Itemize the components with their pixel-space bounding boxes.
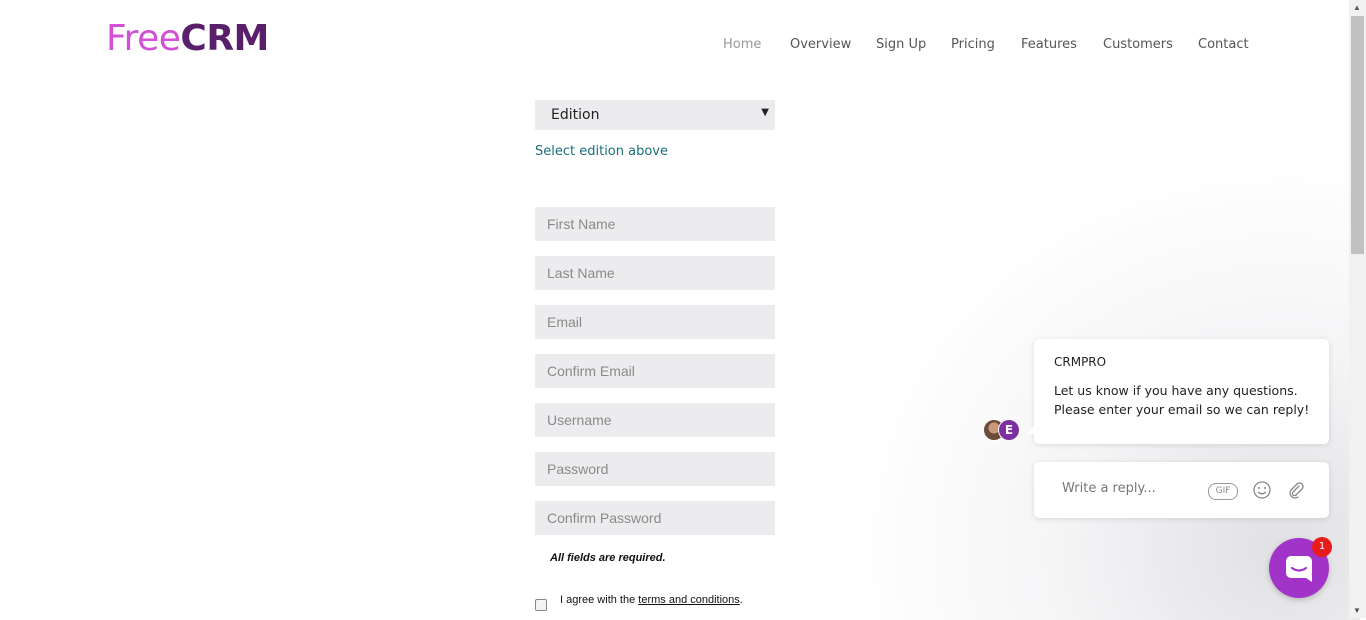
scroll-up-icon[interactable]: ▲ [1353, 3, 1361, 12]
confirm-password-field[interactable] [535, 501, 775, 535]
password-field[interactable] [535, 452, 775, 486]
top-nav: Home Overview Sign Up Pricing Features C… [0, 37, 1366, 57]
scrollbar-thumb[interactable] [1351, 16, 1364, 254]
nav-pricing[interactable]: Pricing [951, 37, 995, 52]
terms-checkbox[interactable] [535, 599, 547, 611]
chat-avatars: E [983, 419, 1023, 441]
edition-select-value: Edition [551, 107, 600, 123]
first-name-field[interactable] [535, 207, 775, 241]
page-scrollbar[interactable]: ▲ ▼ [1349, 0, 1366, 618]
nav-overview[interactable]: Overview [790, 37, 851, 52]
last-name-field[interactable] [535, 256, 775, 290]
chat-bubble-tail [1026, 426, 1034, 434]
chat-message: Let us know if you have any questions. P… [1054, 383, 1310, 417]
terms-link[interactable]: terms and conditions [638, 594, 740, 606]
email-field[interactable] [535, 305, 775, 339]
required-note: All fields are required. [550, 552, 666, 564]
emoji-icon[interactable] [1252, 480, 1272, 504]
nav-features[interactable]: Features [1021, 37, 1077, 52]
scroll-down-icon[interactable]: ▼ [1353, 606, 1361, 615]
avatar-letter: E [998, 419, 1020, 441]
nav-contact[interactable]: Contact [1198, 37, 1249, 52]
reply-input[interactable]: Write a reply... [1062, 481, 1156, 496]
username-field[interactable] [535, 403, 775, 437]
terms-suffix: . [739, 594, 743, 606]
dropdown-arrow-icon: ▼ [761, 107, 769, 118]
notification-badge: 1 [1312, 537, 1332, 557]
gif-icon[interactable]: GIF [1208, 483, 1238, 500]
terms-prefix: I agree with the [560, 594, 639, 606]
chat-message-card[interactable]: CRMPRO Let us know if you have any quest… [1026, 339, 1329, 444]
edition-select[interactable]: Edition ▼ [535, 100, 775, 130]
nav-customers[interactable]: Customers [1103, 37, 1173, 52]
confirm-email-field[interactable] [535, 354, 775, 388]
terms-text: I agree with the terms and conditions. [560, 594, 743, 606]
nav-sign-up[interactable]: Sign Up [876, 37, 926, 52]
chat-icon [1286, 556, 1312, 582]
chat-reply-box[interactable]: Write a reply... GIF [1034, 462, 1329, 518]
attachment-icon[interactable] [1286, 480, 1306, 504]
edition-hint: Select edition above [535, 144, 668, 159]
chat-sender: CRMPRO [1054, 355, 1107, 369]
nav-home[interactable]: Home [723, 37, 761, 52]
